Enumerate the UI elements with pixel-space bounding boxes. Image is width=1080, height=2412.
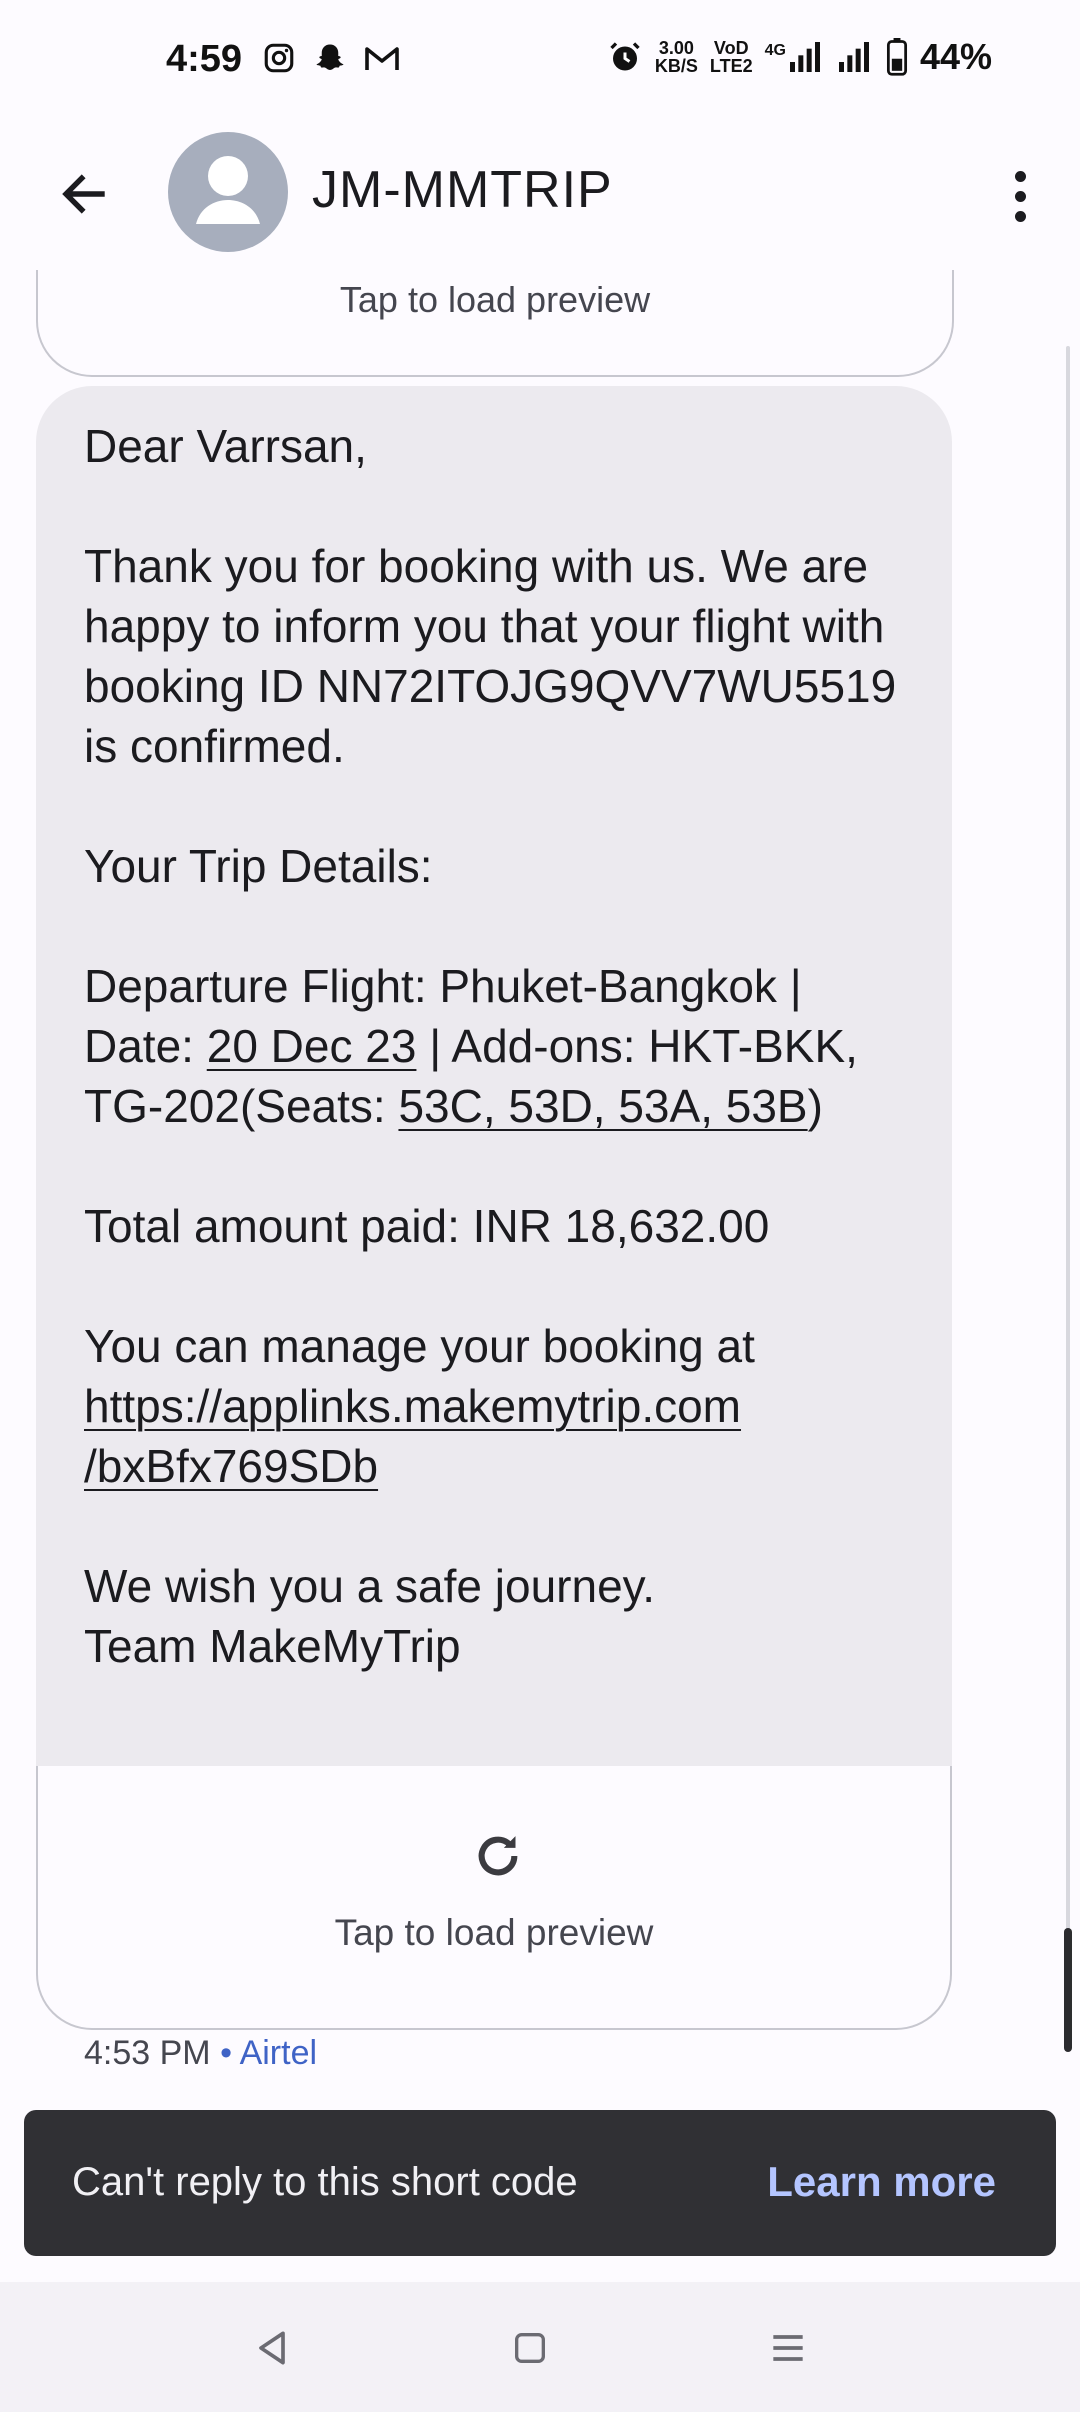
volte-badge: VoD LTE2	[709, 38, 753, 76]
nav-home-button[interactable]	[500, 2318, 560, 2378]
date-link[interactable]: 20 Dec 23	[207, 1020, 417, 1072]
notification-icons	[262, 40, 400, 76]
person-avatar-icon	[196, 156, 260, 224]
scrollbar[interactable]	[1064, 1928, 1072, 2052]
closing: We wish you a safe journey. Team MakeMyTr…	[84, 1560, 656, 1672]
net-speed: 3.00 KB/S	[654, 38, 698, 76]
contact-name[interactable]: JM-MMTRIP	[312, 160, 613, 220]
battery-percent: 44%	[919, 36, 992, 77]
learn-more-button[interactable]: Learn more	[767, 2158, 996, 2206]
manage-booking-link[interactable]: https://applinks.makemytrip.com	[84, 1380, 741, 1432]
message-meta: 4:53 PM • Airtel	[84, 2034, 318, 2072]
carrier-label: Airtel	[239, 2034, 318, 2072]
nav-menu-icon	[773, 2335, 803, 2361]
message-time: 4:53 PM	[84, 2034, 211, 2072]
nav-back-icon	[259, 2331, 285, 2365]
previous-link-preview[interactable]: Tap to load preview	[36, 270, 954, 377]
nav-home-icon	[515, 2333, 545, 2363]
greeting: Dear Varrsan,	[84, 420, 367, 472]
scrollbar-track	[1066, 346, 1070, 2036]
app-bar: JM-MMTRIP	[0, 120, 1080, 270]
battery-icon	[886, 38, 907, 76]
instagram-icon	[264, 43, 294, 73]
more-options-button[interactable]	[990, 160, 1050, 232]
arrow-back-icon	[62, 174, 105, 214]
back-button[interactable]	[48, 158, 120, 230]
conversation[interactable]: Tap to load preview Dear Varrsan, Thank …	[0, 270, 1080, 2100]
snackbar: Can't reply to this short code Learn mor…	[24, 2110, 1056, 2256]
refresh-icon	[478, 1836, 518, 1876]
navigation-bar	[0, 2282, 1080, 2412]
preview-label: Tap to load preview	[334, 1912, 654, 1953]
confirmation-text: Thank you for booking with us. We are ha…	[84, 540, 897, 772]
manage-booking-link-cont[interactable]: /bxBfx769SDb	[84, 1440, 378, 1492]
manage-booking: You can manage your booking at https://ap…	[84, 1320, 755, 1492]
message-body: Dear Varrsan, Thank you for booking with…	[84, 416, 924, 1676]
nav-back-button[interactable]	[242, 2318, 302, 2378]
total-amount: Total amount paid: INR 18,632.00	[84, 1200, 770, 1252]
message-bubble[interactable]: Dear Varrsan, Thank you for booking with…	[36, 386, 952, 1766]
contact-avatar[interactable]	[168, 132, 288, 252]
nav-recents-button[interactable]	[758, 2318, 818, 2378]
alarm-icon	[610, 42, 640, 71]
more-vert-icon	[1014, 170, 1026, 182]
snackbar-text: Can't reply to this short code	[72, 2160, 578, 2204]
trip-heading: Your Trip Details:	[84, 840, 433, 892]
snapchat-icon	[316, 44, 344, 70]
link-preview-card[interactable]: Tap to load preview	[36, 1766, 952, 2030]
seats-link[interactable]: 53C, 53D, 53A, 53B	[398, 1080, 807, 1132]
status-bar: 4:59 3.00 KB/S VoD LTE2 4G 44%	[0, 0, 1080, 120]
signal-icon	[838, 42, 869, 72]
departure-details: Departure Flight: Phuket-Bangkok | Date:…	[84, 960, 858, 1132]
status-time: 4:59	[166, 38, 243, 80]
signal-4g-icon: 4G	[765, 42, 822, 72]
previous-preview-label: Tap to load preview	[339, 279, 651, 320]
gmail-icon	[365, 47, 399, 70]
system-icons: 3.00 KB/S VoD LTE2 4G 44%	[607, 36, 992, 78]
